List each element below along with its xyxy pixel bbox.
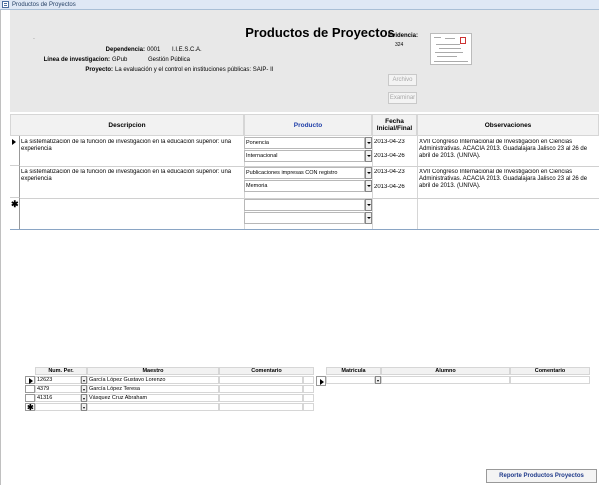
productos-grid: Descripcion Producto Fecha Inicial/Final… xyxy=(10,112,599,230)
row-2-fecha-final[interactable]: 2013-04-26 xyxy=(374,184,416,191)
maestro-2-num[interactable]: 4379 xyxy=(35,385,81,393)
evidence-thumbnail[interactable] xyxy=(430,33,472,65)
alumno-new-comentario[interactable] xyxy=(510,376,590,384)
new-row-producto-dropdown[interactable] xyxy=(365,199,372,211)
maestro-1-extra[interactable] xyxy=(303,376,314,384)
new-record-icon: ✱ xyxy=(11,199,19,209)
proyecto-label: Proyecto: xyxy=(85,67,113,73)
maestro-1-name[interactable]: García López Gustavo Lorenzo xyxy=(87,376,219,384)
evidencia-number: 324 xyxy=(395,42,404,48)
col-matricula: Matricula xyxy=(326,367,381,375)
row-selector-new[interactable]: ✱ xyxy=(10,198,20,230)
maestro-new-comentario[interactable] xyxy=(219,403,303,411)
dependencia-name: I.I.E.S.C.A. xyxy=(172,47,202,53)
evidencia-label: Evidencia: xyxy=(388,33,419,39)
maestro-row-selector-1[interactable] xyxy=(25,376,35,384)
maestro-row-selector-3[interactable] xyxy=(25,394,35,402)
row-1-producto-dropdown[interactable] xyxy=(365,137,372,149)
col-maestro-comentario: Comentario xyxy=(219,367,314,375)
reporte-productos-button[interactable]: Reporte Productos Proyectos xyxy=(486,469,597,483)
row-2-producto[interactable]: Publicaciones impresas CON registro xyxy=(244,167,365,179)
linea-name: Gestión Pública xyxy=(148,57,191,63)
maestro-1-comentario[interactable] xyxy=(219,376,303,384)
dependencia-label: Dependencia: xyxy=(105,47,145,53)
linea-label: Línea de investigacion: xyxy=(43,57,110,63)
maestro-1-num[interactable]: 12623 xyxy=(35,376,81,384)
new-row-producto2-dropdown[interactable] xyxy=(365,212,372,224)
row-1-producto[interactable]: Ponencia xyxy=(244,137,365,149)
alumno-new-name[interactable] xyxy=(381,376,510,384)
row-selector-1[interactable] xyxy=(10,136,20,166)
maestro-3-num[interactable]: 41316 xyxy=(35,394,81,402)
window-title: Productos de Proyectos xyxy=(12,1,76,8)
col-alumno: Alumno xyxy=(381,367,510,375)
maestro-new-name[interactable] xyxy=(87,403,219,411)
col-descripcion: Descripcion xyxy=(10,114,244,136)
row-2-producto-dropdown[interactable] xyxy=(365,167,372,179)
maestro-2-extra[interactable] xyxy=(303,385,314,393)
window-titlebar: Productos de Proyectos xyxy=(0,0,599,10)
col-alumno-comentario: Comentario xyxy=(510,367,590,375)
maestro-new-num[interactable] xyxy=(35,403,81,411)
row-1-descripcion[interactable]: La sistematización de la función de inve… xyxy=(21,139,243,153)
current-record-icon xyxy=(12,139,16,145)
maestro-3-name[interactable]: Vásquez Cruz Abraham xyxy=(87,394,219,402)
row-1-fecha-final[interactable]: 2013-04-26 xyxy=(374,153,416,160)
form-header: . Productos de Proyectos Dependencia: 00… xyxy=(10,10,599,112)
archivo-button[interactable]: Archivo xyxy=(388,74,417,86)
new-row-producto2[interactable] xyxy=(244,212,365,224)
maestro-2-comentario[interactable] xyxy=(219,385,303,393)
dependencia-code: 0001 xyxy=(147,47,161,53)
alumno-row-selector-1[interactable] xyxy=(316,376,326,386)
alumno-new-matricula[interactable] xyxy=(326,376,375,384)
row-2-descripcion[interactable]: La sistematización de la función de inve… xyxy=(21,169,243,183)
row-1-observaciones[interactable]: XVII Congreso Internacional de Investiga… xyxy=(419,139,597,160)
current-record-icon xyxy=(29,378,33,384)
row-1-fecha-inicial[interactable]: 2013-04-23 xyxy=(374,139,416,146)
maestro-3-extra[interactable] xyxy=(303,394,314,402)
new-record-icon: ✱ xyxy=(27,403,34,412)
maestro-3-comentario[interactable] xyxy=(219,394,303,402)
maestro-2-name[interactable]: García López Teresa xyxy=(87,385,219,393)
row-2-producto2-dropdown[interactable] xyxy=(365,180,372,192)
row-2-fecha-inicial[interactable]: 2013-04-23 xyxy=(374,169,416,176)
current-record-icon xyxy=(320,379,324,385)
linea-code: GPub xyxy=(112,57,128,63)
col-maestro: Maestro xyxy=(87,367,219,375)
header-mark: . xyxy=(33,34,35,41)
col-fecha: Fecha Inicial/Final xyxy=(372,114,417,136)
new-row-producto[interactable] xyxy=(244,199,365,211)
row-2-observaciones[interactable]: XVII Congreso Internacional de Investiga… xyxy=(419,169,597,190)
maestro-row-selector-new[interactable]: ✱ xyxy=(25,403,35,412)
maestro-new-extra[interactable] xyxy=(303,403,314,411)
row-1-producto2[interactable]: Internacional xyxy=(244,150,365,162)
form-icon xyxy=(2,1,9,8)
maestro-row-selector-2[interactable] xyxy=(25,385,35,393)
col-observaciones: Observaciones xyxy=(417,114,599,136)
row-1-producto2-dropdown[interactable] xyxy=(365,150,372,162)
proyecto-name: La evaluación y el control en institucio… xyxy=(115,67,274,73)
col-num-per: Num. Per. xyxy=(35,367,87,375)
col-producto: Producto xyxy=(244,114,372,136)
grid-bottom-border xyxy=(10,229,599,230)
examinar-button[interactable]: Examinar xyxy=(388,92,417,104)
row-2-producto2[interactable]: Memoria xyxy=(244,180,365,192)
row-selector-2[interactable] xyxy=(10,166,20,198)
